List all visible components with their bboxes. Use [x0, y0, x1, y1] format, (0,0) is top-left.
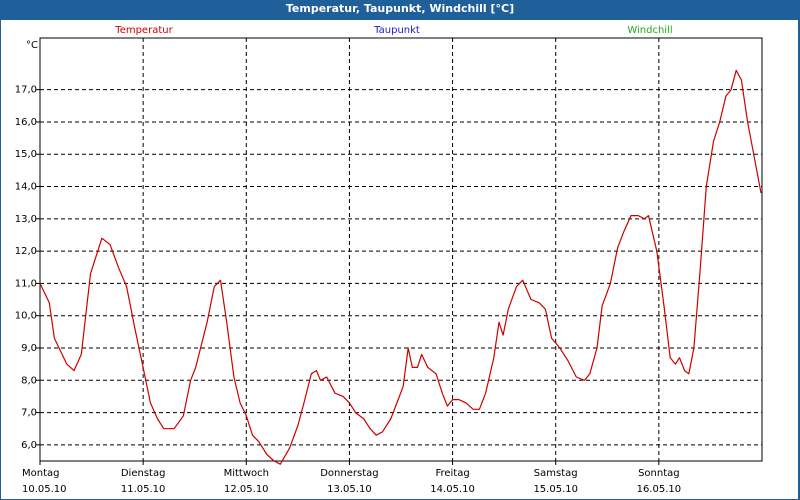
x-tick-day-label: Samstag: [534, 468, 578, 479]
x-tick-day-label: Sonntag: [638, 468, 680, 479]
series-layer: [39, 69, 762, 465]
y-tick-label: 16,0: [15, 117, 37, 128]
y-tick-label: 9,0: [21, 343, 37, 354]
x-tick-day-label: Freitag: [435, 468, 469, 479]
y-tick-label: 10,0: [15, 311, 37, 322]
x-tick-date-label: 12.05.10: [224, 484, 269, 495]
x-tick-day-label: Mittwoch: [224, 468, 269, 479]
legend-windchill: Windchill: [627, 25, 672, 36]
legend-taupunkt: Taupunkt: [373, 25, 420, 36]
x-tick-date-label: 16.05.10: [637, 484, 682, 495]
y-tick-label: 11,0: [15, 278, 37, 289]
y-tick-label: 15,0: [15, 149, 37, 160]
y-tick-label: 6,0: [21, 440, 37, 451]
y-tick-label: 7,0: [21, 408, 37, 419]
y-tick-label: 12,0: [15, 246, 37, 257]
chart-window: Temperatur, Taupunkt, Windchill [°C] °C …: [0, 0, 800, 500]
x-tick-day-label: Montag: [22, 468, 59, 479]
x-tick-date-label: 14.05.10: [430, 484, 475, 495]
series-line-temperatur: [39, 69, 762, 465]
x-tick-day-label: Donnerstag: [320, 468, 378, 479]
y-tick-label: 13,0: [15, 214, 37, 225]
legend-temperatur: Temperatur: [114, 25, 173, 36]
chart-svg: °C Temperatur Taupunkt Windchill 6,0 7,0 8…: [15, 25, 763, 495]
y-axis-unit-label: °C: [26, 40, 38, 51]
grid-layer: [40, 38, 762, 461]
x-tick-date-label: 15.05.10: [533, 484, 578, 495]
label-layer: 6,0 7,0 8,0 9,0 10,0 11,0 12,0 13,0 14,0 15,0 16,0…: [15, 85, 681, 495]
x-tick-date-label: 10.05.10: [22, 484, 67, 495]
y-tick-label: 14,0: [15, 182, 37, 193]
y-tick-label: 17,0: [15, 85, 37, 96]
y-tick-label: 8,0: [21, 375, 37, 386]
x-tick-date-label: 11.05.10: [121, 484, 166, 495]
plot-frame: [39, 37, 763, 462]
x-tick-day-label: Dienstag: [121, 468, 166, 479]
x-tick-date-label: 13.05.10: [327, 484, 372, 495]
